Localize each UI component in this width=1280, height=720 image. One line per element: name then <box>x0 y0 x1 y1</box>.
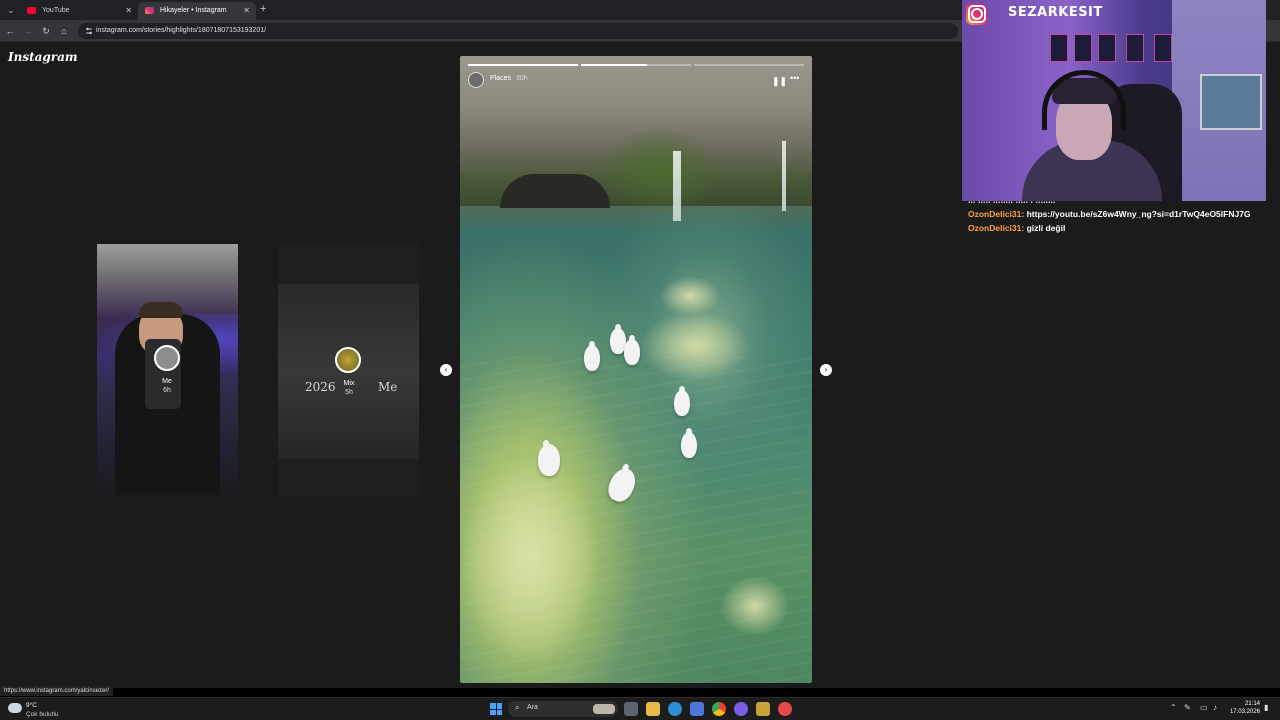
story-time: 6h <box>163 387 171 394</box>
back-arrow-icon[interactable]: ← <box>4 25 16 37</box>
chat-overlay: ... ..... ........ ..... . ........ Ozon… <box>968 197 1268 234</box>
webcam-overlay: SEZARKESIT <box>962 0 1266 201</box>
story-avatar <box>335 347 361 373</box>
link-status-url: https://www.instagram.com/yalcinsezer/ <box>0 686 114 696</box>
windows-taskbar: 9°C Çok bulutlu ⌕ Ara ⌃ ✎ ▭ ♪ 21:14 17.0… <box>0 697 1280 720</box>
forward-arrow-icon[interactable]: → <box>22 25 34 37</box>
wall-poster <box>1126 34 1144 62</box>
tab-title: YouTube <box>42 7 70 14</box>
story-caption-right: Me <box>378 380 398 394</box>
pen-icon[interactable]: ✎ <box>1184 703 1191 712</box>
swan <box>624 335 640 365</box>
cloud-icon <box>8 703 22 713</box>
tab-title: Hikayeler • Instagram <box>160 7 227 14</box>
story-time: 30h <box>516 75 528 82</box>
tab-youtube[interactable]: YouTube ✕ <box>20 2 138 20</box>
headset <box>1042 70 1126 130</box>
chat-message-cut: ... ..... ........ ..... . ........ <box>968 197 1056 205</box>
more-icon[interactable]: ••• <box>790 73 799 83</box>
instagram-logo[interactable]: Instagram <box>8 50 78 64</box>
swan <box>674 386 690 416</box>
side-story-mix[interactable]: 2026 Me Mix 5h <box>278 244 419 495</box>
clock-time: 21:14 <box>1244 701 1260 707</box>
network-icon[interactable]: ▭ <box>1200 703 1208 712</box>
home-icon[interactable]: ⌂ <box>58 25 70 37</box>
reload-icon[interactable]: ↻ <box>40 25 52 37</box>
progress-segment <box>468 64 578 66</box>
chat-text: gizli değil <box>1026 223 1066 233</box>
youtube-favicon-icon <box>27 7 36 14</box>
wall-poster <box>1154 34 1172 62</box>
previous-story-button[interactable]: ‹ <box>440 364 452 376</box>
chat-text: https://youtu.be/sZ6w4Wny_ng?si=d1rTwQ4e… <box>1026 209 1251 219</box>
tab-instagram[interactable]: Hikayeler • Instagram ✕ <box>138 2 256 20</box>
chat-message: OzonDelici31: https://youtu.be/sZ6w4Wny_… <box>968 208 1268 220</box>
chat-message: OzonDelici31: gizli değil <box>968 222 1268 234</box>
instagram-icon <box>966 3 988 25</box>
next-story-button[interactable]: › <box>820 364 832 376</box>
side-story-me[interactable]: Me 6h <box>97 244 238 495</box>
main-story-viewer[interactable]: Places 30h ❚❚ ••• <box>460 56 812 683</box>
file-explorer-icon[interactable] <box>646 702 660 716</box>
notification-bell-icon[interactable]: ▮ <box>1264 703 1268 712</box>
search-placeholder: Ara <box>527 704 538 711</box>
story-name: Me <box>162 378 172 385</box>
app-icon[interactable] <box>778 702 792 716</box>
swan <box>538 440 560 476</box>
waterfall <box>782 141 786 211</box>
url-text: instagram.com/stories/highlights/1807180… <box>96 27 267 34</box>
streamer-handle: SEZARKESIT <box>1008 5 1103 20</box>
close-tab-icon[interactable]: ✕ <box>243 2 250 20</box>
close-tab-icon[interactable]: ✕ <box>125 2 132 20</box>
site-info-icon[interactable] <box>84 26 94 36</box>
edge-icon[interactable] <box>668 702 682 716</box>
volume-icon[interactable]: ♪ <box>1213 703 1217 712</box>
search-icon: ⌕ <box>515 703 520 712</box>
pause-icon[interactable]: ❚❚ <box>772 76 787 87</box>
weather-widget[interactable]: 9°C Çok bulutlu <box>8 701 78 719</box>
new-tab-icon[interactable]: + <box>260 3 266 15</box>
task-view-icon[interactable] <box>624 702 638 716</box>
instagram-favicon-icon <box>145 7 154 14</box>
story-progress-bar <box>468 64 804 66</box>
wall-poster <box>1098 34 1116 62</box>
story-name: Mix <box>343 380 355 387</box>
progress-segment <box>581 64 691 66</box>
clock[interactable]: 21:14 17.03.2026 <box>1228 700 1260 716</box>
swan <box>584 341 600 371</box>
chat-username: OzonDelici31: <box>968 223 1025 233</box>
discord-icon[interactable] <box>734 702 748 716</box>
tray-chevron-icon[interactable]: ⌃ <box>1170 703 1177 712</box>
tab-search-chevron-icon[interactable]: ⌄ <box>4 3 18 17</box>
wall-poster <box>1074 34 1092 62</box>
story-time: 5h <box>345 389 353 396</box>
wall-board <box>1200 74 1262 130</box>
progress-segment <box>694 64 804 66</box>
taskbar-search[interactable]: ⌕ Ara <box>508 701 618 717</box>
weather-temp: 9°C <box>26 702 37 709</box>
story-avatar <box>154 345 180 371</box>
chat-username: OzonDelici31: <box>968 209 1025 219</box>
weather-description: Çok bulutlu <box>26 711 59 718</box>
search-highlight-image <box>593 704 615 714</box>
app-icon[interactable] <box>756 702 770 716</box>
swan <box>681 428 697 458</box>
author-avatar[interactable] <box>468 72 484 88</box>
chrome-icon[interactable] <box>712 702 726 716</box>
start-menu-icon[interactable] <box>490 703 502 715</box>
address-bar[interactable]: instagram.com/stories/highlights/1807180… <box>78 23 958 39</box>
wall-poster <box>1050 34 1068 62</box>
waterfall <box>673 151 681 221</box>
clock-date: 17.03.2026 <box>1229 709 1260 715</box>
store-icon[interactable] <box>690 702 704 716</box>
story-author[interactable]: Places <box>490 75 511 82</box>
